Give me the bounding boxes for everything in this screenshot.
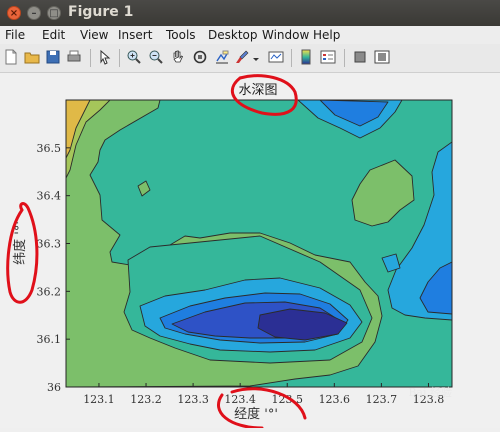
print-icon[interactable]	[66, 49, 82, 65]
contour-plot: 水深图 123.1 123.2 123.3 123.4 123.5 123.6 123.7 1…	[6, 74, 453, 430]
y-axis: 36 36.1 36.2 36.3 36.4 36.5	[37, 142, 70, 394]
menu-insert[interactable]: Insert	[118, 28, 152, 42]
menu-desktop[interactable]: Desktop	[208, 28, 258, 42]
zoom-out-icon[interactable]	[148, 49, 164, 65]
brush-icon[interactable]	[234, 49, 250, 65]
minimize-window-icon[interactable]: –	[27, 6, 41, 20]
y-tick-label: 36.3	[37, 238, 62, 251]
menu-edit[interactable]: Edit	[42, 28, 65, 42]
menu-view[interactable]: View	[80, 28, 108, 42]
toolbar-separator	[119, 49, 120, 67]
menu-file[interactable]: File	[5, 28, 25, 42]
menu-window[interactable]: Window	[262, 28, 309, 42]
link-plot-icon[interactable]	[268, 49, 284, 65]
pan-hand-icon[interactable]	[170, 49, 186, 65]
figure-toolbar	[0, 44, 500, 73]
edit-plot-arrow-icon[interactable]	[97, 49, 113, 65]
chart-title: 水深图	[238, 83, 277, 98]
x-tick-label: 123.4	[224, 393, 256, 406]
x-axis-label: 经度 '°'	[234, 406, 278, 422]
insert-colorbar-icon[interactable]	[298, 49, 314, 65]
insert-legend-icon[interactable]	[320, 49, 336, 65]
watermark: Bai 经验	[408, 385, 452, 399]
show-plot-tools-icon[interactable]	[374, 49, 390, 65]
toolbar-separator	[90, 49, 91, 67]
menu-bar: File Edit View Insert Tools Desktop Wind…	[0, 26, 500, 44]
window-title: Figure 1	[68, 4, 134, 20]
toolbar-separator	[291, 49, 292, 67]
open-file-icon[interactable]	[24, 49, 40, 65]
menu-help[interactable]: Help	[313, 28, 340, 42]
x-tick-label: 123.1	[83, 393, 115, 406]
rotate-3d-icon[interactable]	[192, 49, 208, 65]
zoom-in-icon[interactable]	[126, 49, 142, 65]
save-icon[interactable]	[45, 49, 61, 65]
maximize-window-icon[interactable]: □	[47, 6, 61, 20]
close-window-icon[interactable]: ×	[7, 6, 21, 20]
y-tick-label: 36.4	[37, 190, 62, 203]
y-tick-label: 36	[47, 381, 61, 394]
x-tick-label: 123.7	[366, 393, 398, 406]
y-tick-label: 36.5	[37, 142, 62, 155]
brush-dropdown-icon[interactable]	[252, 49, 260, 65]
toolbar-separator	[344, 49, 345, 67]
data-cursor-icon[interactable]	[214, 49, 230, 65]
new-figure-icon[interactable]	[3, 49, 19, 65]
figure-canvas: 水深图 123.1 123.2 123.3 123.4 123.5 123.6 123.7 1…	[0, 73, 500, 430]
x-tick-label: 123.2	[130, 393, 162, 406]
contour-fills	[66, 100, 452, 387]
y-tick-label: 36.1	[37, 333, 62, 346]
x-tick-label: 123.3	[177, 393, 209, 406]
x-tick-label: 123.6	[319, 393, 351, 406]
menu-tools[interactable]: Tools	[166, 28, 196, 42]
y-tick-label: 36.2	[37, 285, 62, 298]
hide-plot-tools-icon[interactable]	[352, 49, 368, 65]
title-bar: × – □ Figure 1	[0, 0, 500, 27]
